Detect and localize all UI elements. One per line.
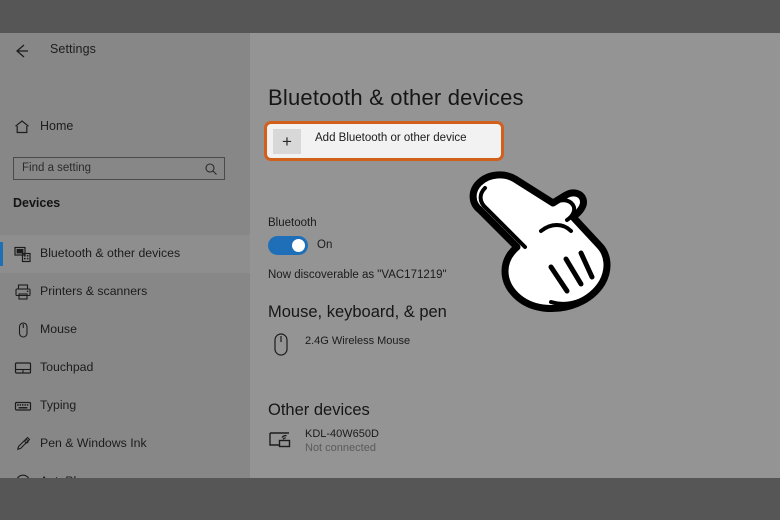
- add-device-label: Add Bluetooth or other device: [315, 132, 467, 144]
- sidebar-titlebar: Settings: [0, 33, 250, 69]
- sidebar-item-printers-scanners[interactable]: Printers & scanners: [0, 273, 250, 311]
- sidebar-item-label: Printers & scanners: [40, 284, 148, 298]
- letterbox-bottom: [0, 478, 780, 520]
- letterbox-top: [0, 0, 780, 33]
- sidebar-nav: Bluetooth & other devices Printers & sca…: [0, 235, 250, 478]
- search-input[interactable]: Find a setting: [13, 157, 225, 180]
- settings-window: Settings Home Find a setting Devices Blu…: [0, 33, 780, 478]
- group-heading-mouse-keyboard-pen: Mouse, keyboard, & pen: [268, 303, 447, 321]
- sidebar-item-bluetooth-devices[interactable]: Bluetooth & other devices: [0, 235, 250, 273]
- sidebar-item-label-home: Home: [40, 119, 74, 133]
- page-title: Bluetooth & other devices: [268, 85, 524, 110]
- sidebar-item-label: Typing: [40, 398, 77, 412]
- settings-sidebar: Settings Home Find a setting Devices Blu…: [0, 33, 250, 478]
- sidebar-item-pen-windows-ink[interactable]: Pen & Windows Ink: [0, 425, 250, 463]
- pen-icon: [14, 435, 32, 453]
- cast-display-icon: [268, 428, 294, 456]
- device-status: Not connected: [305, 442, 376, 454]
- group-heading-other-devices: Other devices: [268, 401, 370, 419]
- sidebar-item-typing[interactable]: Typing: [0, 387, 250, 425]
- discoverable-text: Now discoverable as "VAC171219": [268, 269, 447, 281]
- printer-icon: [14, 283, 32, 301]
- device-name: KDL-40W650D: [305, 428, 379, 440]
- toggle-knob: [292, 239, 305, 252]
- search-icon: [204, 162, 218, 176]
- app-title: Settings: [50, 42, 96, 56]
- bluetooth-devices-icon: [14, 245, 32, 263]
- bluetooth-toggle[interactable]: [268, 236, 308, 255]
- sidebar-item-label: Bluetooth & other devices: [40, 246, 181, 260]
- sidebar-section-header: Devices: [13, 196, 61, 210]
- back-arrow-icon[interactable]: [12, 42, 32, 60]
- sidebar-item-mouse[interactable]: Mouse: [0, 311, 250, 349]
- device-name: 2.4G Wireless Mouse: [305, 335, 411, 347]
- sidebar-item-autoplay[interactable]: AutoPlay: [0, 463, 250, 478]
- keyboard-icon: [14, 397, 32, 415]
- screenshot-root: Settings Home Find a setting Devices Blu…: [0, 0, 780, 520]
- sidebar-item-label: Mouse: [40, 322, 77, 336]
- sidebar-item-label: Pen & Windows Ink: [40, 436, 147, 450]
- sidebar-item-home[interactable]: Home: [0, 115, 250, 141]
- bluetooth-toggle-state: On: [317, 239, 333, 251]
- mouse-icon: [14, 321, 32, 339]
- mouse-icon: [268, 331, 294, 359]
- pointing-hand-cursor: [455, 155, 630, 320]
- plus-icon: +: [273, 129, 301, 154]
- bluetooth-label: Bluetooth: [268, 217, 317, 229]
- home-icon: [13, 118, 31, 136]
- search-placeholder: Find a setting: [22, 162, 92, 174]
- sidebar-item-touchpad[interactable]: Touchpad: [0, 349, 250, 387]
- touchpad-icon: [14, 359, 32, 377]
- sidebar-item-label: Touchpad: [40, 360, 94, 374]
